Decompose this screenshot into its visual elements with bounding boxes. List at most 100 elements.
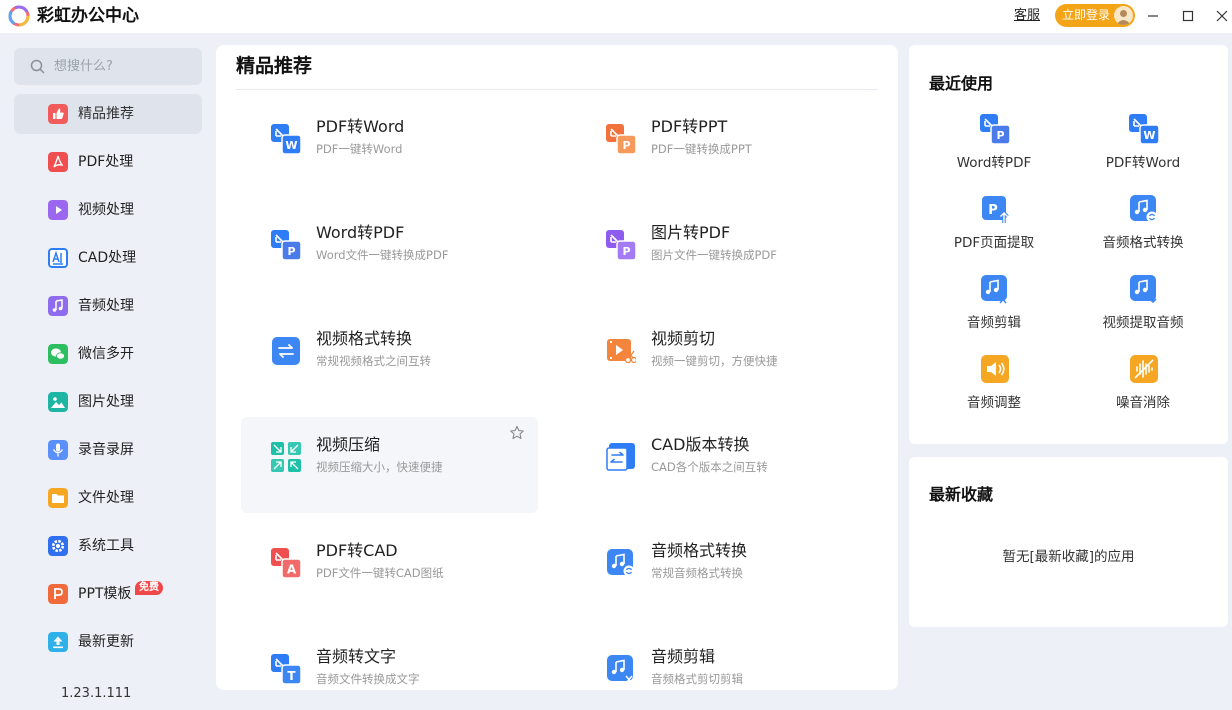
card-title: 图片转PDF: [651, 223, 731, 242]
free-badge: 免费: [135, 581, 163, 595]
card-title: 音频格式转换: [651, 541, 748, 560]
card-audio-cut[interactable]: 音频剪辑 音频格式剪切剪辑: [576, 629, 873, 690]
sidebar-item-label: 文件处理: [78, 490, 134, 506]
sidebar-item-wechat[interactable]: 微信多开: [14, 334, 202, 374]
sidebar-item-updates[interactable]: 最新更新: [14, 622, 202, 662]
sidebar-item-label: 录音录屏: [78, 442, 134, 458]
sidebar-item-video[interactable]: 视频处理: [14, 190, 202, 230]
pdf-to-word-icon: W: [1129, 114, 1159, 144]
card-desc: 常规视频格式之间互转: [316, 354, 431, 368]
card-title: PDF转Word: [316, 117, 405, 136]
sidebar-item-label: 音频处理: [78, 298, 134, 314]
gear-icon: [48, 536, 68, 556]
card-word-to-pdf[interactable]: P Word转PDF Word文件一键转换成PDF: [241, 205, 538, 301]
favorites-panel: 最新收藏 暂无[最新收藏]的应用: [909, 457, 1228, 627]
pdf-extract-icon: P: [982, 196, 1009, 223]
card-desc: CAD各个版本之间互转: [651, 460, 768, 474]
recent-volume-adjust[interactable]: 音频调整: [924, 354, 1064, 430]
app-title: 彩虹办公中心: [37, 6, 139, 26]
card-video-format[interactable]: 视频格式转换 常规视频格式之间互转: [241, 311, 538, 407]
sidebar-item-system[interactable]: 系统工具: [14, 526, 202, 566]
recent-noise-cancel[interactable]: 噪音消除: [1073, 354, 1213, 430]
cad-icon: [48, 248, 68, 268]
card-title: PDF转CAD: [316, 541, 398, 560]
recent-audio-convert[interactable]: 音频格式转换: [1073, 194, 1213, 270]
recent-label: PDF页面提取: [953, 235, 1035, 251]
image-to-pdf-icon: P: [606, 230, 636, 260]
card-cad-convert[interactable]: CAD版本转换 CAD各个版本之间互转: [576, 417, 873, 513]
card-title: 视频压缩: [316, 435, 381, 454]
customer-service-link[interactable]: 客服: [1014, 7, 1040, 25]
card-pdf-to-word[interactable]: W PDF转Word PDF一键转Word: [241, 99, 538, 195]
compress-icon: [271, 442, 301, 472]
image-icon: [48, 392, 68, 412]
ppt-icon: [48, 584, 68, 604]
card-title: CAD版本转换: [651, 435, 750, 454]
card-title: 音频转文字: [316, 647, 397, 666]
svg-text:P: P: [988, 203, 998, 218]
recent-title: 最近使用: [929, 74, 994, 93]
sidebar-item-label: 精品推荐: [78, 106, 134, 122]
svg-text:A: A: [287, 563, 297, 577]
recent-word-to-pdf[interactable]: P Word转PDF: [924, 114, 1064, 190]
pdf-icon: [48, 152, 68, 172]
recent-video-extract-audio[interactable]: 视频提取音频: [1073, 274, 1213, 350]
search-placeholder: 想搜什么?: [54, 59, 113, 74]
recent-label: 音频调整: [967, 395, 1021, 411]
sidebar-item-recommended[interactable]: 精品推荐: [14, 94, 202, 134]
recent-panel: 最近使用 P Word转PDF W PDF转Word P PDF页面提取 音频格…: [909, 45, 1228, 444]
svg-text:W: W: [1143, 129, 1155, 142]
recent-label: 噪音消除: [1116, 395, 1170, 411]
maximize-icon[interactable]: [1177, 5, 1199, 27]
sidebar-item-image[interactable]: 图片处理: [14, 382, 202, 422]
video-extract-audio-icon: [1130, 275, 1157, 304]
recommended-panel: 精品推荐 W PDF转Word PDF一键转Word P PDF转PPT PDF…: [216, 45, 898, 690]
sidebar: 想搜什么? 精品推荐 PDF处理 视频处理 CAD处理 音频处理 微信多开 图片…: [0, 33, 216, 710]
card-desc: 视频压缩大小，快速便捷: [316, 460, 443, 474]
login-button[interactable]: 立即登录: [1055, 4, 1135, 27]
folder-icon: [48, 488, 68, 508]
sidebar-item-label: 最新更新: [78, 634, 134, 650]
recent-audio-cut[interactable]: 音频剪辑: [924, 274, 1064, 350]
sidebar-item-label: 微信多开: [78, 346, 134, 362]
card-pdf-to-ppt[interactable]: P PDF转PPT PDF一键转换成PPT: [576, 99, 873, 195]
card-audio-to-text[interactable]: T 音频转文字 音频文件转换成文字: [241, 629, 538, 690]
card-title: PDF转PPT: [651, 117, 728, 136]
pdf-to-ppt-icon: P: [606, 124, 636, 154]
favorites-empty-text: 暂无[最新收藏]的应用: [1002, 549, 1135, 565]
card-audio-convert[interactable]: 音频格式转换 常规音频格式转换: [576, 523, 873, 619]
sidebar-item-pdf[interactable]: PDF处理: [14, 142, 202, 182]
microphone-icon: [48, 440, 68, 460]
card-desc: PDF一键转换成PPT: [651, 142, 752, 156]
page-title: 精品推荐: [236, 55, 313, 77]
sidebar-item-cad[interactable]: CAD处理: [14, 238, 202, 278]
sidebar-item-file[interactable]: 文件处理: [14, 478, 202, 518]
card-image-to-pdf[interactable]: P 图片转PDF 图片文件一键转换成PDF: [576, 205, 873, 301]
svg-text:P: P: [622, 245, 630, 258]
card-title: Word转PDF: [316, 223, 405, 242]
card-desc: PDF文件一键转CAD图纸: [316, 566, 444, 580]
star-icon[interactable]: [509, 425, 525, 441]
search-input[interactable]: 想搜什么?: [14, 48, 202, 85]
sidebar-item-record[interactable]: 录音录屏: [14, 430, 202, 470]
svg-text:P: P: [287, 245, 295, 258]
recent-label: PDF转Word: [1105, 155, 1181, 171]
recent-label: 视频提取音频: [1102, 315, 1184, 331]
card-video-cut[interactable]: 视频剪切 视频一键剪切，方便快捷: [576, 311, 873, 407]
sidebar-item-ppt[interactable]: PPT模板 免费: [14, 574, 202, 614]
recent-pdf-extract[interactable]: P PDF页面提取: [924, 194, 1064, 270]
pdf-to-cad-icon: A: [271, 548, 301, 578]
login-label: 立即登录: [1062, 8, 1111, 22]
card-pdf-to-cad[interactable]: A PDF转CAD PDF文件一键转CAD图纸: [241, 523, 538, 619]
card-desc: 音频格式剪切剪辑: [651, 672, 743, 686]
svg-text:T: T: [287, 669, 296, 683]
audio-cut-icon: [607, 655, 633, 684]
recent-pdf-to-word[interactable]: W PDF转Word: [1073, 114, 1213, 190]
close-icon[interactable]: [1211, 5, 1232, 27]
avatar: [1114, 6, 1133, 25]
minimize-icon[interactable]: [1142, 5, 1164, 27]
card-desc: PDF一键转Word: [316, 142, 403, 156]
user-avatar-icon: [1116, 10, 1131, 25]
card-video-compress[interactable]: 视频压缩 视频压缩大小，快速便捷: [241, 417, 538, 513]
sidebar-item-audio[interactable]: 音频处理: [14, 286, 202, 326]
